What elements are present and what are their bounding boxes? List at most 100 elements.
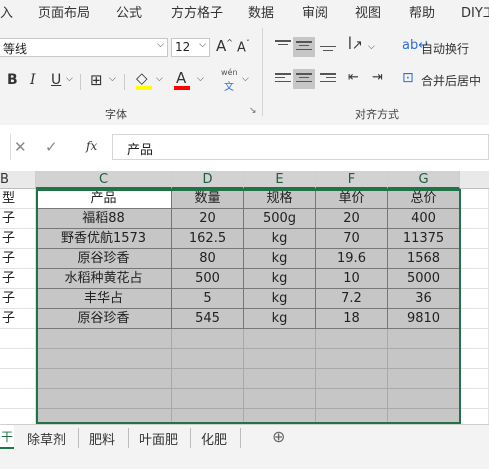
empty-cell[interactable] (36, 369, 172, 389)
bold-button[interactable]: B (7, 72, 18, 88)
column-header-f[interactable]: F (316, 171, 388, 189)
merge-center-button[interactable]: 合并后居中 (421, 72, 481, 89)
italic-button[interactable]: I (30, 72, 36, 88)
orientation-icon[interactable]: ꟾ↗ (348, 38, 363, 53)
column-header-g[interactable]: G (388, 171, 460, 189)
empty-cell[interactable] (36, 389, 172, 409)
empty-cell[interactable] (0, 349, 36, 369)
spreadsheet-grid[interactable]: B C D E F G 型产品 数量 规格 单价 总价子福稻88 20 500g 20 400 子… (0, 171, 489, 429)
menu-view[interactable]: 视图 (355, 2, 381, 21)
chevron-down-icon[interactable]: ⌵ (197, 74, 204, 84)
table-cell[interactable]: 400 (388, 209, 460, 229)
empty-cell[interactable] (460, 389, 489, 409)
table-cell[interactable]: 水稻种黄花占 (36, 269, 172, 289)
align-right-icon[interactable] (320, 73, 336, 87)
name-box[interactable] (0, 134, 11, 160)
empty-cell[interactable] (172, 349, 244, 369)
partial-cell-b[interactable]: 型 (0, 189, 36, 209)
empty-cell[interactable] (460, 309, 489, 329)
empty-cell[interactable] (460, 289, 489, 309)
partial-cell-b[interactable]: 子 (0, 309, 36, 329)
table-header-cell[interactable]: 数量 (172, 189, 244, 209)
chevron-down-icon[interactable]: ⌵ (368, 42, 375, 52)
fill-color-icon[interactable]: ◇ (136, 69, 148, 87)
table-cell[interactable]: 原谷珍香 (36, 309, 172, 329)
table-cell[interactable]: 10 (316, 269, 388, 289)
shrink-font-button[interactable]: Aˇ (237, 39, 250, 55)
table-header-cell[interactable]: 单价 (316, 189, 388, 209)
empty-cell[interactable] (172, 329, 244, 349)
align-top-icon[interactable] (275, 40, 291, 54)
empty-cell[interactable] (388, 369, 460, 389)
insert-function-button[interactable]: fx (86, 139, 97, 153)
table-cell[interactable]: 20 (172, 209, 244, 229)
dialog-launcher-icon[interactable]: ↘ (249, 106, 257, 116)
menu-page-layout[interactable]: 页面布局 (38, 2, 90, 21)
empty-cell[interactable] (460, 329, 489, 349)
chevron-down-icon[interactable]: ⌵ (66, 74, 73, 84)
chevron-down-icon[interactable]: ⌵ (156, 74, 163, 84)
table-cell[interactable]: 11375 (388, 229, 460, 249)
partial-cell-b[interactable]: 子 (0, 249, 36, 269)
font-name-select[interactable]: 等线 ⌵ (0, 38, 168, 57)
empty-cell[interactable] (172, 389, 244, 409)
decrease-indent-icon[interactable]: ⇤ (348, 70, 359, 85)
menu-fangfang[interactable]: 方方格子 (171, 2, 223, 21)
sheet-tab-foliar[interactable]: 叶面肥 (139, 429, 178, 448)
empty-cell[interactable] (244, 389, 316, 409)
empty-cell[interactable] (388, 349, 460, 369)
wrap-text-button[interactable]: 自动换行 (421, 40, 469, 57)
table-cell[interactable]: 19.6 (316, 249, 388, 269)
empty-cell[interactable] (316, 329, 388, 349)
table-cell[interactable]: kg (244, 249, 316, 269)
menu-formulas[interactable]: 公式 (116, 2, 142, 21)
table-header-cell[interactable]: 总价 (388, 189, 460, 209)
table-cell[interactable]: 野香优航1573 (36, 229, 172, 249)
column-header-next[interactable] (460, 171, 489, 189)
column-header-d[interactable]: D (172, 171, 244, 189)
partial-cell-b[interactable]: 子 (0, 229, 36, 249)
empty-cell[interactable] (460, 249, 489, 269)
borders-icon[interactable]: ⊞ (90, 71, 103, 89)
chevron-down-icon[interactable]: ⌵ (242, 74, 249, 84)
empty-cell[interactable] (244, 369, 316, 389)
table-header-cell[interactable]: 产品 (36, 189, 172, 209)
empty-cell[interactable] (172, 369, 244, 389)
increase-indent-icon[interactable]: ⇥ (372, 70, 383, 85)
table-cell[interactable]: 545 (172, 309, 244, 329)
partial-cell-b[interactable]: 子 (0, 289, 36, 309)
align-bottom-icon[interactable] (320, 42, 336, 56)
sheet-tab-fertilizer[interactable]: 肥料 (89, 429, 115, 448)
empty-cell[interactable] (0, 369, 36, 389)
empty-cell[interactable] (244, 329, 316, 349)
empty-cell[interactable] (460, 349, 489, 369)
empty-cell[interactable] (0, 329, 36, 349)
formula-input[interactable]: 产品 (112, 134, 489, 160)
cancel-icon[interactable]: ✕ (14, 138, 27, 156)
align-left-icon[interactable] (275, 73, 291, 87)
empty-cell[interactable] (316, 349, 388, 369)
table-cell[interactable]: 162.5 (172, 229, 244, 249)
menu-insert[interactable]: 入 (0, 2, 13, 21)
empty-cell[interactable] (0, 389, 36, 409)
partial-cell-b[interactable]: 子 (0, 269, 36, 289)
partial-cell-b[interactable]: 子 (0, 209, 36, 229)
menu-data[interactable]: 数据 (248, 2, 274, 21)
table-cell[interactable]: 5000 (388, 269, 460, 289)
empty-cell[interactable] (316, 389, 388, 409)
table-cell[interactable]: 80 (172, 249, 244, 269)
column-header-e[interactable]: E (244, 171, 316, 189)
table-cell[interactable]: kg (244, 229, 316, 249)
table-cell[interactable]: 500 (172, 269, 244, 289)
table-cell[interactable]: kg (244, 269, 316, 289)
table-header-cell[interactable]: 规格 (244, 189, 316, 209)
table-cell[interactable]: 1568 (388, 249, 460, 269)
table-cell[interactable]: 丰华占 (36, 289, 172, 309)
empty-cell[interactable] (36, 329, 172, 349)
table-cell[interactable]: 70 (316, 229, 388, 249)
empty-cell[interactable] (36, 349, 172, 369)
empty-cell[interactable] (460, 189, 489, 209)
table-cell[interactable]: kg (244, 309, 316, 329)
table-cell[interactable]: 9810 (388, 309, 460, 329)
column-header-b[interactable]: B (0, 171, 36, 189)
